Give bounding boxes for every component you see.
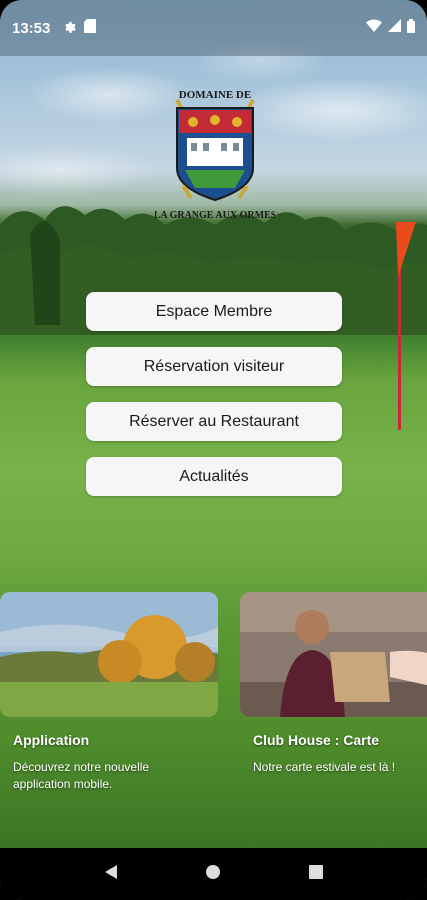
actualites-button[interactable]: Actualités bbox=[86, 457, 342, 496]
reservation-visiteur-button[interactable]: Réservation visiteur bbox=[86, 347, 342, 386]
card-description: Découvrez notre nouvelle application mob… bbox=[13, 760, 150, 791]
navigation-bar bbox=[0, 848, 427, 900]
card-image-autumn-course bbox=[0, 592, 218, 717]
back-icon[interactable] bbox=[103, 864, 119, 885]
espace-membre-button[interactable]: Espace Membre bbox=[86, 292, 342, 331]
card-title: Club House : Carte bbox=[253, 732, 380, 748]
card-club-house[interactable]: Club House : Carte Notre carte estivale … bbox=[240, 592, 427, 774]
sd-card-icon bbox=[84, 18, 97, 38]
card-application[interactable]: Application Découvrez notre nouvelle app… bbox=[0, 592, 218, 791]
recents-icon[interactable] bbox=[308, 864, 324, 885]
card-title: Application bbox=[13, 732, 90, 748]
status-bar: 13:53 bbox=[0, 0, 427, 56]
card-description: Notre carte estivale est là ! bbox=[253, 760, 396, 774]
app-screen: 13:53 DOMAINE DE LA GRANGE AUX ORMES Esp… bbox=[0, 0, 427, 900]
logo-bottom-text: LA GRANGE AUX ORMES bbox=[155, 210, 275, 221]
gear-icon bbox=[62, 19, 77, 38]
home-icon[interactable] bbox=[205, 864, 221, 885]
card-image-waiter bbox=[240, 592, 427, 717]
main-menu: Espace Membre Réservation visiteur Réser… bbox=[86, 292, 342, 496]
reserver-restaurant-button[interactable]: Réserver au Restaurant bbox=[86, 402, 342, 441]
signal-icon bbox=[388, 19, 401, 37]
status-time: 13:53 bbox=[12, 19, 51, 37]
club-logo: DOMAINE DE LA GRANGE AUX ORMES bbox=[155, 89, 275, 221]
battery-icon bbox=[407, 18, 415, 38]
logo-top-text: DOMAINE DE bbox=[179, 89, 251, 101]
wifi-icon bbox=[366, 19, 382, 37]
news-cards: Application Découvrez notre nouvelle app… bbox=[0, 592, 427, 812]
